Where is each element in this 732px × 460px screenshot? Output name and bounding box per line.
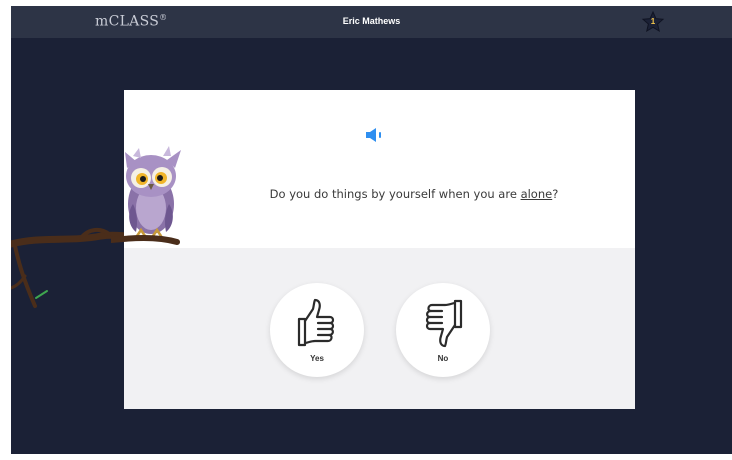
app-window: mCLASS® Eric Mathews 1 Do you do things … — [11, 6, 732, 454]
owl-mascot — [125, 146, 181, 238]
star-count: 1 — [650, 17, 656, 26]
no-button[interactable]: No — [396, 283, 490, 377]
question-keyword[interactable]: alone — [521, 187, 553, 201]
question-text-before: Do you do things by yourself when you ar… — [269, 187, 521, 201]
yes-button[interactable]: Yes — [270, 283, 364, 377]
question-text-after: ? — [552, 187, 559, 201]
no-label: No — [437, 354, 449, 363]
yes-label: Yes — [310, 354, 324, 363]
question-panel: Do you do things by yourself when you ar… — [124, 90, 635, 248]
question-card: Do you do things by yourself when you ar… — [124, 90, 635, 409]
student-name: Eric Mathews — [342, 16, 401, 26]
owl-perch-branch — [111, 235, 180, 245]
thumbs-down-icon — [425, 299, 463, 348]
top-bar: mCLASS® Eric Mathews 1 — [11, 6, 732, 38]
star-count-badge[interactable]: 1 — [641, 10, 665, 34]
speaker-icon[interactable] — [365, 127, 385, 143]
question-text: Do you do things by yourself when you ar… — [214, 187, 614, 201]
thumbs-up-icon — [297, 298, 335, 347]
